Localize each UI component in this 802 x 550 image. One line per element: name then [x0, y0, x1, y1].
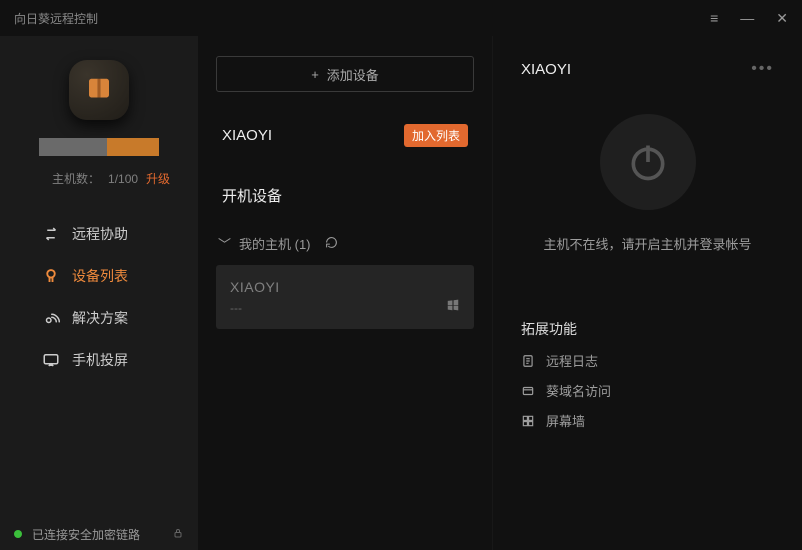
sidebar: 主机数： 1/100 升级 远程协助 设备列表 [0, 36, 198, 550]
satellite-icon [42, 309, 60, 327]
book-icon [84, 75, 114, 105]
center-panel: + 添加设备 XIAOYI 加入列表 开机设备 ﹀ 我的主机 (1) XIAOY… [198, 36, 492, 550]
extensions-section: 拓展功能 远程日志 葵域名访问 [521, 319, 774, 430]
app-title: 向日葵远程控制 [14, 10, 98, 27]
power-icon [626, 140, 670, 184]
power-section: 主机不在线，请开启主机并登录帐号 [521, 114, 774, 253]
grid-icon [521, 414, 536, 428]
status-text: 已连接安全加密链路 [32, 526, 140, 543]
right-header: XIAOYI ••• [521, 60, 774, 78]
powered-on-section-title: 开机设备 [216, 185, 474, 206]
device-card[interactable]: XIAOYI --- [216, 265, 474, 329]
host-count-value: 1/100 [108, 172, 138, 186]
windows-icon [446, 298, 460, 317]
nav-solutions[interactable]: 解决方案 [0, 297, 198, 339]
matched-device-name: XIAOYI [222, 127, 272, 144]
sunflower-icon [42, 267, 60, 285]
extensions-list: 远程日志 葵域名访问 屏幕墙 [521, 351, 774, 430]
swap-icon [42, 225, 60, 243]
device-card-name: XIAOYI [230, 279, 460, 295]
ext-label: 葵域名访问 [546, 381, 611, 400]
ext-domain-access[interactable]: 葵域名访问 [521, 381, 774, 400]
plus-icon: + [311, 67, 319, 82]
device-card-sub: --- [230, 301, 460, 315]
device-group-row[interactable]: ﹀ 我的主机 (1) [216, 234, 474, 253]
right-panel: XIAOYI ••• 主机不在线，请开启主机并登录帐号 拓展功能 远程日志 [492, 36, 802, 550]
domain-icon [521, 384, 536, 398]
nav-device-list[interactable]: 设备列表 [0, 255, 198, 297]
nav-label: 设备列表 [72, 266, 128, 286]
titlebar: 向日葵远程控制 ≡ — ✕ [0, 0, 802, 36]
lock-icon[interactable] [172, 527, 184, 542]
nav-phone-cast[interactable]: 手机投屏 [0, 339, 198, 381]
add-device-button[interactable]: + 添加设备 [216, 56, 474, 92]
cast-icon [42, 351, 60, 369]
statusbar: 已连接安全加密链路 [0, 518, 198, 550]
log-icon [521, 354, 536, 368]
host-count-label: 主机数： [52, 170, 100, 187]
nav: 远程协助 设备列表 解决方案 手机投屏 [0, 213, 198, 381]
minimize-icon[interactable]: — [740, 10, 754, 26]
host-count: 主机数： 1/100 升级 [48, 170, 170, 187]
extensions-header: 拓展功能 [521, 319, 774, 339]
avatar-section: 主机数： 1/100 升级 [0, 60, 198, 187]
matched-device-row: XIAOYI 加入列表 [216, 124, 474, 147]
nav-label: 手机投屏 [72, 350, 128, 370]
nav-remote-assist[interactable]: 远程协助 [0, 213, 198, 255]
more-icon[interactable]: ••• [751, 60, 774, 78]
ext-screen-wall[interactable]: 屏幕墙 [521, 411, 774, 430]
main: 主机数： 1/100 升级 远程协助 设备列表 [0, 36, 802, 550]
ext-remote-log[interactable]: 远程日志 [521, 351, 774, 370]
chevron-down-icon: ﹀ [218, 234, 231, 253]
username-obscured [39, 138, 159, 156]
window-controls: ≡ — ✕ [710, 10, 788, 27]
selected-device-title: XIAOYI [521, 61, 571, 78]
ext-label: 屏幕墙 [546, 411, 585, 430]
offline-message: 主机不在线，请开启主机并登录帐号 [543, 234, 751, 253]
avatar[interactable] [69, 60, 129, 120]
nav-label: 远程协助 [72, 224, 128, 244]
power-button[interactable] [600, 114, 696, 210]
refresh-icon[interactable] [325, 236, 338, 252]
ext-label: 远程日志 [546, 351, 598, 370]
status-dot-icon [14, 530, 22, 538]
menu-icon[interactable]: ≡ [710, 10, 718, 26]
group-label: 我的主机 (1) [239, 234, 311, 253]
upgrade-link[interactable]: 升级 [146, 170, 170, 187]
join-list-button[interactable]: 加入列表 [404, 124, 468, 147]
add-device-label: 添加设备 [327, 65, 379, 84]
nav-label: 解决方案 [72, 308, 128, 328]
close-icon[interactable]: ✕ [776, 10, 788, 27]
